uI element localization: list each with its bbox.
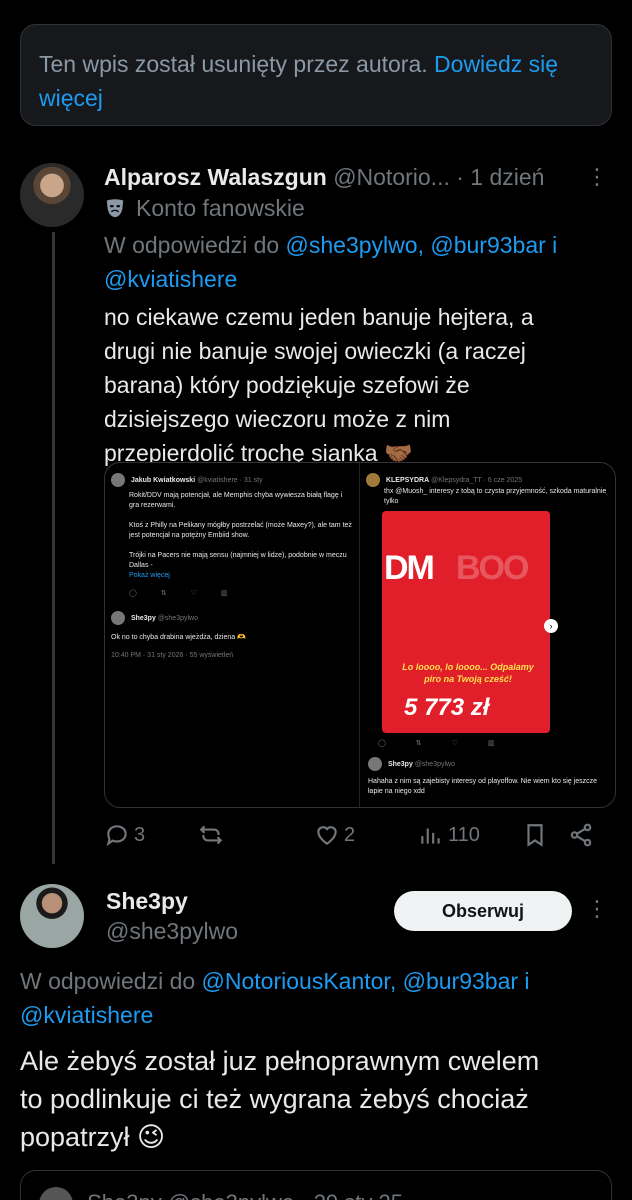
post-text-line: popatrzył 😉: [20, 1122, 166, 1152]
avatar: [111, 611, 125, 625]
reply-mentions[interactable]: @NotoriousKantor, @bur93bar i: [202, 968, 530, 994]
post-actions: 3 2 110: [104, 818, 614, 852]
author-name[interactable]: Alparosz Walaszgun: [104, 164, 327, 190]
quoted-post-header: She3py @she3pylwo · 29 sty 25: [87, 1190, 403, 1200]
bookmark-button[interactable]: [522, 822, 568, 848]
post-text-line: barana) który podziękuje szefowi że: [104, 372, 470, 398]
view-count: 110: [448, 823, 480, 846]
embedded-line: Ktoś z Philly na Pelikany mógłby postrze…: [129, 522, 352, 539]
avatar: [366, 473, 380, 487]
embedded-handle: @Klepsydra_TT · 6 cze 2025: [431, 476, 523, 484]
theater-mask-icon: [106, 199, 124, 218]
reply-prefix: W odpowiedzi do: [20, 968, 196, 994]
embedded-reply-author: She3py: [387, 760, 413, 768]
promo-ghost-title: BOO: [456, 549, 529, 587]
reply-mention[interactable]: @kviatishere: [104, 266, 237, 292]
promo-text: Lo loooo, lo loooo... Odpalamy piro na T…: [402, 662, 534, 684]
like-count: 2: [344, 823, 356, 846]
embedded-reply-header: She3py @she3pylwo: [368, 757, 608, 771]
reply-prefix: W odpowiedzi do: [104, 232, 280, 258]
follow-button[interactable]: Obserwuj: [394, 891, 572, 931]
reply-icon: [106, 825, 127, 847]
reply-to-line: W odpowiedzi do @she3pylwo, @bur93bar i: [104, 228, 557, 262]
reply-to-line-2: @kviatishere: [104, 262, 237, 296]
avatar: [368, 757, 382, 771]
promo-price: 5 773 zł: [404, 694, 490, 721]
post-text-line: to podlinkuje ci też wygrana żebyś choci…: [20, 1084, 529, 1114]
deleted-notice-text: Ten wpis został usunięty przez autora.: [39, 51, 428, 77]
avatar[interactable]: [20, 163, 84, 227]
embedded-footer: 10:40 PM · 31 sty 2026 · 55 wyświetleń: [111, 652, 234, 659]
author-name[interactable]: She3py: [106, 886, 188, 916]
embedded-reply-text: Ok no to chyba drabina wjeżdża, dziena 🫶: [111, 634, 246, 641]
embedded-post-header: KLEPSYDRA @Klepsydra_TT · 6 cze 2025: [366, 473, 609, 487]
media-image-left[interactable]: Jakub Kwiatkowski @kviatishere · 31 sty …: [105, 463, 360, 807]
post-text: Ale żebyś został juz pełnoprawnym cwelem…: [20, 1042, 620, 1156]
embedded-post-header: Jakub Kwiatkowski @kviatishere · 31 sty: [111, 473, 353, 487]
fan-account-badge: Konto fanowskie: [104, 192, 305, 224]
post-time[interactable]: · 1 dzień: [456, 164, 544, 190]
repost-button[interactable]: [198, 822, 314, 848]
post-text: no ciekawe czemu jeden banuje hejtera, a…: [104, 300, 534, 470]
share-button[interactable]: [568, 822, 594, 848]
post-text-line: no ciekawe czemu jeden banuje hejtera, a: [104, 304, 534, 330]
repost-icon: [199, 825, 223, 845]
media-image-right[interactable]: KLEPSYDRA @Klepsydra_TT · 6 cze 2025 thx…: [360, 463, 615, 807]
embedded-reply-author: She3py: [130, 614, 156, 622]
avatar[interactable]: [20, 884, 84, 948]
reply-button[interactable]: 3: [104, 822, 198, 848]
embedded-handle: @kviatishere · 31 sty: [197, 476, 263, 484]
quoted-post[interactable]: She3py @she3pylwo · 29 sty 25: [20, 1170, 612, 1200]
promo-graphic: DM BOO Lo loooo, lo loooo... Odpalamy pi…: [382, 511, 550, 733]
embedded-text: Rokit/DDV mają potencjał, ale Memphis ch…: [111, 491, 353, 581]
views-icon: [421, 828, 440, 844]
reply-to-line-2: @kviatishere: [20, 998, 153, 1032]
promo-title: DM: [384, 549, 435, 587]
post-media[interactable]: Jakub Kwiatkowski @kviatishere · 31 sty …: [104, 462, 616, 808]
share-icon: [570, 823, 592, 847]
reply-mention[interactable]: @kviatishere: [20, 1002, 153, 1028]
embedded-line: Trójki na Pacers nie mają sensu (najmnie…: [129, 552, 347, 569]
more-options-icon[interactable]: ⋮: [586, 896, 608, 922]
embedded-reply-handle: @she3pylwo: [157, 614, 198, 622]
reply-count: 3: [134, 823, 146, 846]
reply-to-line: W odpowiedzi do @NotoriousKantor, @bur93…: [20, 964, 530, 998]
embedded-reply-header: She3py @she3pylwo: [111, 611, 353, 625]
like-button[interactable]: 2: [314, 822, 418, 848]
heart-icon: [317, 826, 337, 845]
deleted-post-notice: Ten wpis został usunięty przez autora. D…: [20, 24, 612, 126]
embedded-actions: ◯⇅♡▥: [129, 590, 252, 597]
show-more-link: Pokaż więcej: [129, 572, 170, 579]
avatar: [111, 473, 125, 487]
bookmark-icon: [527, 824, 543, 847]
embedded-author: KLEPSYDRA: [385, 476, 430, 484]
embedded-line: Rokit/DDV mają potencjał, ale Memphis ch…: [129, 492, 343, 509]
embedded-author: Jakub Kwiatkowski: [130, 476, 196, 484]
post-text-line: drugi nie banuje swojej owieczki (a racz…: [104, 338, 526, 364]
reply-mentions[interactable]: @she3pylwo, @bur93bar i: [286, 232, 558, 258]
embedded-reply-text: Hahaha z nim są zajebisty interesy od pl…: [368, 778, 598, 795]
post-text-line: dzisiejszego wieczoru może z nim: [104, 406, 451, 432]
embedded-reply-handle: @she3pylwo: [414, 760, 455, 768]
embedded-text: thx @Muosh_ interesy z tobą to czysta pr…: [384, 488, 607, 505]
post-text-line: Ale żebyś został juz pełnoprawnym cwelem: [20, 1046, 540, 1076]
more-options-icon[interactable]: ⋮: [586, 164, 608, 190]
chevron-right-icon[interactable]: ›: [544, 619, 558, 633]
embedded-reply: She3py @she3pylwo Hahaha z nim są zajebi…: [368, 757, 608, 797]
thread-connector-line: [52, 232, 55, 864]
author-handle[interactable]: @she3pylwo: [106, 916, 238, 946]
views-button[interactable]: 110: [418, 822, 522, 848]
embedded-actions: ◯⇅♡▥: [378, 740, 525, 747]
avatar: [39, 1187, 73, 1200]
author-handle[interactable]: @Notorio...: [333, 164, 450, 190]
post-header: Alparosz Walaszgun @Notorio... · 1 dzień: [104, 160, 614, 194]
badge-label: Konto fanowskie: [136, 195, 305, 221]
